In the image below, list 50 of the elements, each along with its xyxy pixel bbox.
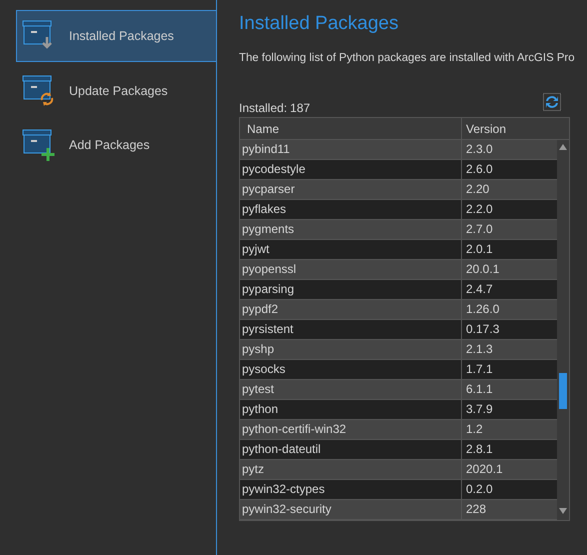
- version-cell-text: 1.26.0: [465, 301, 500, 318]
- name-cell: pywin32-security: [240, 500, 462, 520]
- sidebar-item[interactable]: Update Packages: [16, 64, 217, 118]
- page-title: Installed Packages: [239, 12, 400, 36]
- version-cell-text: 2.7.0: [465, 221, 494, 238]
- name-cell: python: [240, 400, 462, 420]
- name-cell: pysocks: [240, 360, 462, 380]
- installed-count: 187: [290, 100, 310, 118]
- name-cell: python-certifi-win32: [240, 420, 462, 440]
- add-package-icon: [21, 128, 55, 162]
- name-cell: pyshp: [240, 340, 462, 360]
- version-cell-text: 0.2.0: [465, 481, 494, 498]
- version-cell-text: 2020.1: [465, 461, 504, 478]
- description-text: The following list of Python packages are installed with ArcGIS Pro: [239, 51, 576, 66]
- name-cell: pycodestyle: [240, 160, 462, 180]
- version-cell-text: 2.8.1: [465, 441, 494, 458]
- version-cell-text: 228: [465, 501, 488, 518]
- version-cell-text: 2.3.0: [465, 141, 494, 158]
- version-cell-text: 2.0.1: [465, 241, 494, 258]
- version-cell-text: 2.6.0: [465, 161, 494, 178]
- version-cell-text: 2.4.7: [465, 281, 494, 298]
- installed-label: Installed:: [239, 100, 288, 118]
- name-cell: pyparsing: [240, 280, 462, 300]
- name-cell: pygments: [240, 220, 462, 240]
- name-cell: pyjwt: [240, 240, 462, 260]
- version-cell-text: 20.0.1: [465, 261, 500, 278]
- column-header[interactable]: Name: [240, 118, 462, 140]
- name-cell: pywin32-ctypes: [240, 480, 462, 500]
- version-cell-text: 3.7.9: [465, 401, 494, 418]
- version-cell-text: 1.7.1: [465, 361, 494, 378]
- version-cell-text: 0.17.3: [465, 321, 500, 338]
- name-cell: pybind11: [240, 140, 462, 160]
- name-cell: pyflakes: [240, 200, 462, 220]
- name-cell: pytz: [240, 460, 462, 480]
- name-cell: pyrsistent: [240, 320, 462, 340]
- version-cell-text: 1.2: [465, 421, 484, 438]
- name-cell: python-dateutil: [240, 440, 462, 460]
- update-package-icon: [21, 74, 55, 108]
- name-cell: pypdf2: [240, 300, 462, 320]
- version-cell-text: 6.1.1: [465, 381, 494, 398]
- column-header[interactable]: Version: [462, 118, 558, 140]
- sidebar-item[interactable]: Add Packages: [16, 118, 217, 172]
- name-cell: pyopenssl: [240, 260, 462, 280]
- version-cell-text: 2.2.0: [465, 201, 494, 218]
- name-cell: pycparser: [240, 180, 462, 200]
- name-cell: pytest: [240, 380, 462, 400]
- refresh-icon[interactable]: [543, 93, 561, 112]
- version-cell-text: 2.20: [465, 181, 490, 198]
- version-cell-text: 2.1.3: [465, 341, 494, 358]
- sidebar-item[interactable]: Installed Packages: [16, 10, 217, 62]
